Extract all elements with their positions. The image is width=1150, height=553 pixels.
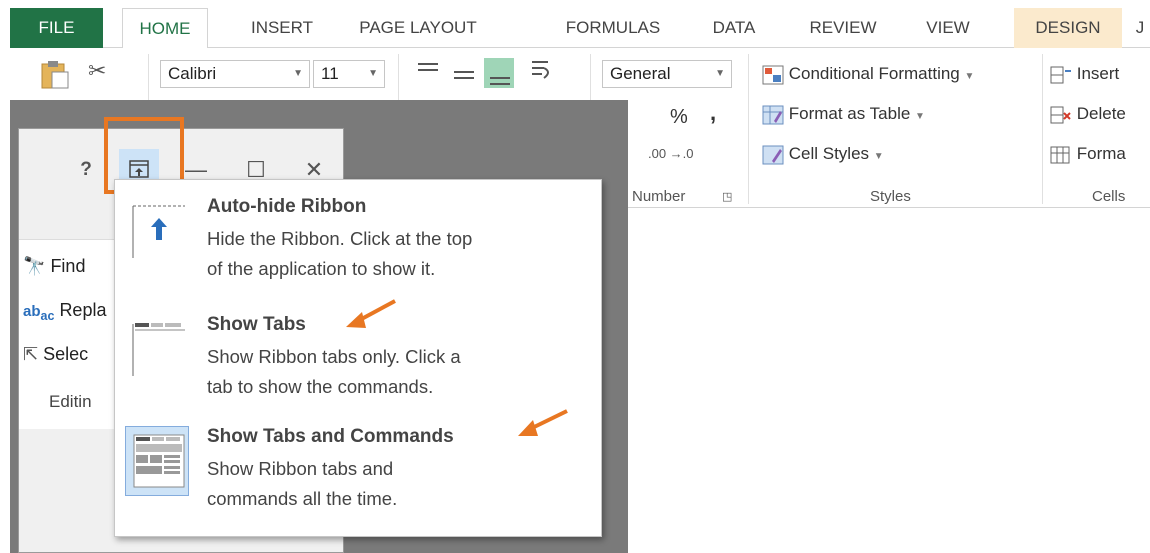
delete-cells-icon: [1050, 106, 1071, 124]
dialog-launcher-icon[interactable]: ◳: [722, 190, 732, 203]
ribbon-tab-bar: FILE HOME INSERT PAGE LAYOUT FORMULAS DA…: [10, 8, 1150, 49]
format-cells-label: Forma: [1076, 144, 1126, 163]
cells-group-label: Cells: [1092, 188, 1126, 205]
chevron-down-icon: ▼: [368, 68, 378, 79]
tab-partial[interactable]: J: [1130, 8, 1150, 48]
replace-button[interactable]: abac Repla: [23, 300, 106, 323]
chevron-down-icon: ▼: [915, 111, 925, 122]
tab-view[interactable]: VIEW: [918, 8, 978, 48]
delete-cells-label: Delete: [1076, 104, 1126, 123]
styles-group-label: Styles: [870, 188, 911, 205]
find-label: Find: [50, 256, 86, 276]
cell-styles-label: Cell Styles: [788, 144, 870, 163]
font-name-value: Calibri: [168, 64, 217, 83]
decrease-decimal-button[interactable]: .00 →.0: [648, 146, 694, 161]
insert-cells-icon: [1050, 66, 1071, 84]
cursor-arrow-icon: ⇱: [23, 344, 39, 364]
conditional-formatting-icon: [762, 65, 784, 85]
menu-item-title: Show Tabs and Commands: [207, 426, 454, 447]
paste-icon[interactable]: [38, 58, 70, 90]
font-name-combo[interactable]: Calibri ▼: [160, 60, 310, 88]
percent-button[interactable]: %: [670, 106, 688, 129]
auto-hide-ribbon-icon: [132, 205, 185, 258]
alignment-icons[interactable]: [414, 58, 564, 88]
menu-item-title: Show Tabs: [207, 314, 306, 335]
menu-item-auto-hide-ribbon[interactable]: Auto-hide Ribbon Hide the Ribbon. Click …: [125, 196, 591, 292]
menu-item-description: Show Ribbon tabs only. Click a tab to sh…: [207, 346, 461, 397]
tab-page-layout[interactable]: PAGE LAYOUT: [350, 8, 486, 48]
tab-data[interactable]: DATA: [702, 8, 766, 48]
insert-cells-label: Insert: [1076, 64, 1120, 83]
conditional-formatting-button[interactable]: Conditional Formatting ▼: [762, 64, 974, 85]
format-as-table-button[interactable]: Format as Table ▼: [762, 104, 925, 125]
maximize-button[interactable]: ☐: [245, 159, 267, 181]
menu-item-title: Auto-hide Ribbon: [207, 196, 367, 217]
tab-file[interactable]: FILE: [10, 8, 103, 48]
number-format-combo[interactable]: General ▼: [602, 60, 732, 88]
chevron-down-icon: ▼: [715, 68, 725, 79]
editing-group-label: Editin: [49, 392, 92, 411]
chevron-down-icon: ▼: [873, 151, 884, 162]
find-button[interactable]: 🔭 Find: [23, 256, 85, 277]
select-button[interactable]: ⇱ Selec: [23, 344, 88, 365]
close-button[interactable]: ✕: [303, 159, 325, 181]
number-format-value: General: [610, 64, 671, 83]
format-as-table-label: Format as Table: [788, 104, 911, 123]
delete-cells-button[interactable]: Delete: [1050, 104, 1126, 125]
binoculars-icon: 🔭: [23, 256, 46, 276]
cut-icon[interactable]: ✂: [88, 58, 106, 84]
cell-styles-button[interactable]: Cell Styles ▼: [762, 144, 884, 165]
format-cells-button[interactable]: Forma: [1050, 144, 1126, 165]
cell-styles-icon: [762, 145, 784, 165]
conditional-formatting-label: Conditional Formatting: [788, 64, 960, 83]
help-button[interactable]: ?: [75, 159, 97, 181]
tab-home[interactable]: HOME: [122, 8, 208, 49]
insert-cells-button[interactable]: Insert: [1050, 64, 1119, 85]
replace-label: Repla: [59, 300, 107, 320]
format-cells-icon: [1050, 146, 1070, 164]
tab-insert[interactable]: INSERT: [242, 8, 322, 48]
show-tabs-and-commands-icon: [125, 426, 189, 496]
comma-button[interactable]: ,: [710, 100, 716, 126]
menu-item-description: Hide the Ribbon. Click at the top of the…: [207, 228, 473, 279]
chevron-down-icon: ▼: [293, 68, 303, 79]
show-tabs-icon: [132, 323, 185, 376]
tab-design[interactable]: DESIGN: [1014, 8, 1122, 48]
minimize-button[interactable]: —: [185, 159, 207, 181]
menu-item-description: Show Ribbon tabs and commands all the ti…: [207, 458, 398, 509]
select-label: Selec: [43, 344, 89, 364]
format-as-table-icon: [762, 105, 784, 125]
tab-formulas[interactable]: FORMULAS: [558, 8, 668, 48]
arrow-annotation-icon: [518, 409, 568, 436]
font-size-value: 11: [321, 64, 339, 83]
tab-review[interactable]: REVIEW: [800, 8, 886, 48]
font-size-combo[interactable]: 11 ▼: [313, 60, 385, 88]
number-group-label: Number: [632, 188, 686, 205]
ribbon-display-options-menu: Auto-hide Ribbon Hide the Ribbon. Click …: [114, 179, 602, 537]
replace-icon: abac: [23, 303, 55, 323]
arrow-annotation-icon: [346, 299, 396, 328]
chevron-down-icon: ▼: [964, 71, 975, 82]
